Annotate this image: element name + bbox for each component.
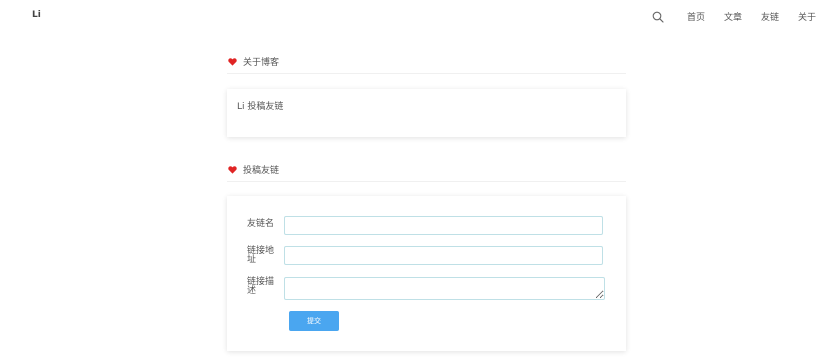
nav-item-about[interactable]: 关于 — [798, 10, 816, 23]
nav-item-articles[interactable]: 文章 — [724, 10, 742, 23]
about-title-text: 关于博客 — [243, 58, 280, 68]
about-content: Li 投稿友链 — [237, 102, 284, 112]
link-desc-textarea[interactable] — [284, 277, 605, 300]
link-name-label: 友链名 — [247, 219, 275, 229]
submit-button[interactable]: 提交 — [289, 311, 339, 331]
about-card: Li 投稿友链 — [227, 89, 626, 137]
about-section-title: 关于博客 — [227, 55, 626, 74]
link-url-input[interactable] — [284, 246, 603, 265]
nav-item-home[interactable]: 首页 — [687, 10, 705, 23]
search-icon[interactable] — [652, 11, 664, 23]
heart-icon — [228, 57, 237, 66]
nav-item-links[interactable]: 友链 — [761, 10, 779, 23]
heart-icon — [228, 165, 237, 174]
form-row-desc: 链接描述 — [247, 277, 605, 300]
submit-title-text: 投稿友链 — [243, 166, 280, 176]
submit-section-title: 投稿友链 — [227, 163, 626, 182]
link-name-input[interactable] — [284, 216, 603, 235]
link-desc-label: 链接描述 — [247, 277, 275, 296]
form-row-name: 友链名 — [247, 216, 603, 235]
top-nav: 首页 文章 友链 关于 — [652, 10, 816, 23]
site-logo[interactable]: Li — [32, 10, 41, 20]
form-row-url: 链接地址 — [247, 246, 603, 265]
link-submit-form: 友链名 链接地址 链接描述 提交 — [227, 196, 626, 351]
link-url-label: 链接地址 — [247, 246, 275, 265]
